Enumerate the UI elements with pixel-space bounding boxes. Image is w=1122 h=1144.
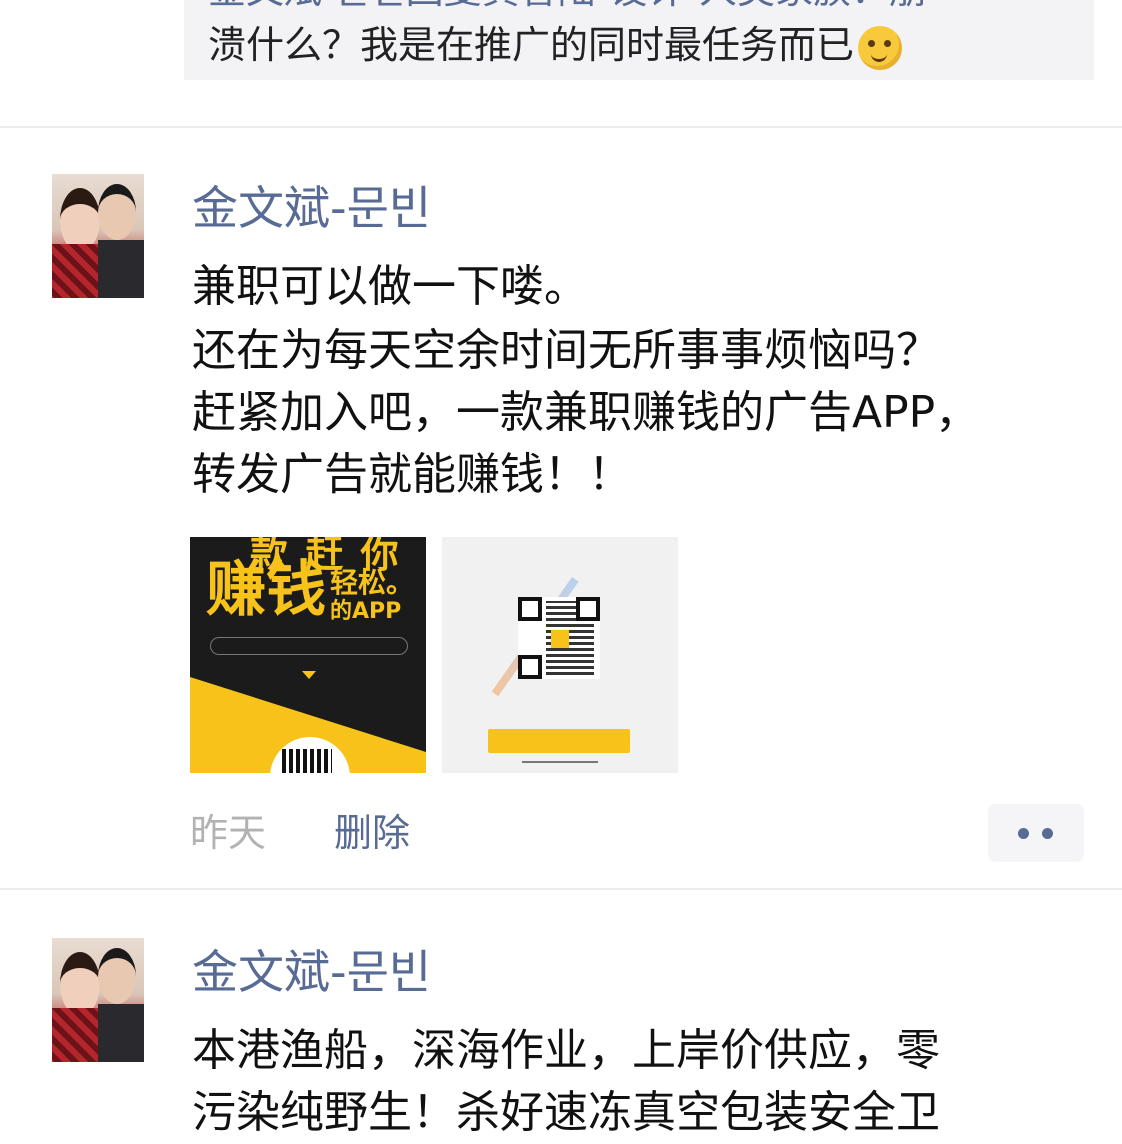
author-name[interactable]: 金文斌-문빈	[192, 180, 431, 236]
down-arrow-icon	[302, 671, 316, 679]
avatar[interactable]	[52, 938, 144, 1062]
divider	[0, 126, 1122, 128]
author-name[interactable]: 金文斌-문빈	[192, 944, 431, 1000]
post-text-line: 还在为每天空余时间无所事事烦恼吗？	[192, 325, 940, 376]
dot-icon	[1018, 828, 1029, 839]
post-image-ad-poster[interactable]: 款 赶 你 赚钱 轻松。 的APP	[190, 537, 426, 773]
post-text-line: 本港渔船，深海作业，上岸价供应，零	[192, 1025, 940, 1076]
post-text-line: 污染纯野生！杀好速冻真空包装安全卫	[192, 1087, 940, 1138]
poster-yellow-button	[488, 729, 630, 753]
poster-big-text: 赚钱	[206, 555, 326, 625]
post-image-qr-poster[interactable]	[442, 537, 678, 773]
post-text-line: 兼职可以做一下喽。	[192, 261, 588, 312]
comment-box: 金文斌-문빈回复黄香陆-设计-人类家族：崩 溃什么？我是在推广的同时最任务而已	[184, 0, 1094, 80]
more-actions-button[interactable]	[988, 804, 1084, 862]
poster-side-text: 的APP	[330, 599, 402, 624]
post-text-line: 赶紧加入吧，一款兼职赚钱的广告APP，	[192, 387, 980, 438]
comment-text: 溃什么？我是在推广的同时最任务而已	[208, 23, 855, 67]
post-text-line: 转发广告就能赚钱！！	[192, 449, 632, 500]
poster-caption	[522, 761, 598, 763]
poster-pill	[210, 637, 408, 655]
comment-text-line-1: 金文斌-문빈回复黄香陆-设计-人类家族：崩	[208, 0, 927, 12]
smirk-emoji-icon	[858, 25, 903, 70]
delete-link[interactable]: 删除	[334, 810, 410, 856]
avatar[interactable]	[52, 174, 144, 298]
dot-icon	[1042, 828, 1053, 839]
qr-code-icon	[518, 597, 600, 679]
qr-code-icon	[282, 749, 332, 773]
post-time: 昨天	[190, 811, 267, 855]
divider	[0, 888, 1122, 890]
comment-text-line-2: 溃什么？我是在推广的同时最任务而已	[208, 20, 903, 70]
